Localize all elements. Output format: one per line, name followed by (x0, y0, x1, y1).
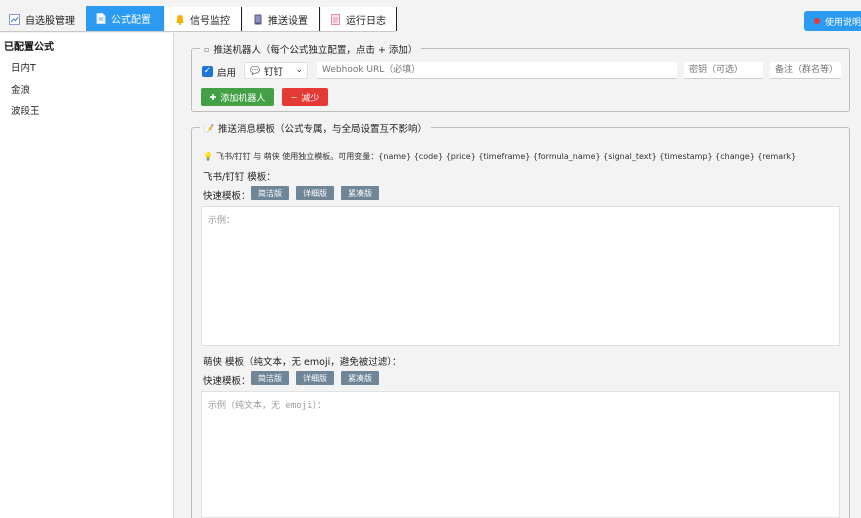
tab-bar: 自选股管理 公式配置 信号监控 推送设置 运行日志 (0, 0, 861, 33)
red-dot-icon (814, 18, 820, 24)
webhook-url-input[interactable] (317, 62, 677, 79)
quick-template-label: 快速模板： (203, 191, 251, 202)
feishu-template-label: 飞书/钉钉 模板： (203, 172, 276, 183)
enable-checkbox[interactable]: ✓ (202, 66, 213, 77)
mengxia-template-textarea[interactable]: 示例（纯文本，无 emoji）： (201, 391, 840, 518)
remark-input[interactable] (770, 62, 841, 79)
memo-icon: 📝 (204, 123, 214, 133)
secret-input[interactable] (684, 62, 763, 79)
template-group-legend: 📝 推送消息模板（公式专属，与全局设置互不影响） (200, 121, 431, 135)
help-button-label: 使用说明 (825, 17, 861, 28)
sidebar-item-formula[interactable]: 金浪 (11, 82, 30, 96)
log-icon (330, 13, 341, 25)
help-button[interactable]: 使用说明 (804, 11, 861, 31)
chat-bubble-icon: 💬 (250, 66, 260, 75)
plus-icon: ✚ (209, 92, 217, 102)
remove-robot-button[interactable]: − 减少 (282, 88, 328, 106)
remove-robot-label: 减少 (301, 93, 320, 104)
add-robot-button[interactable]: ✚ 添加机器人 (201, 88, 274, 106)
document-icon (95, 13, 106, 24)
quick-template-label: 快速模板： (203, 376, 251, 387)
tab-label: 运行日志 (346, 15, 386, 27)
robot-icon: ▫ (204, 44, 210, 54)
quick-template-simple-button[interactable]: 简洁版 (251, 186, 289, 200)
channel-select[interactable]: 💬 钉钉 ⌄ (244, 62, 308, 79)
tab-formula-config[interactable]: 公式配置 (86, 6, 164, 31)
tab-divider (0, 31, 396, 32)
sidebar-item-formula[interactable]: 波段王 (11, 103, 40, 117)
tab-label: 公式配置 (111, 15, 151, 26)
quick-template-simple-button[interactable]: 简洁版 (251, 371, 289, 385)
tab-watchlist[interactable]: 自选股管理 (0, 7, 85, 31)
variables-hint-text: 飞书/钉钉 与 萌侠 使用独立模板。可用变量：{name} {code} {pr… (215, 152, 797, 161)
robot-group-legend: ▫ 推送机器人（每个公式独立配置，点击 + 添加） (200, 42, 422, 56)
phone-icon (252, 14, 263, 25)
quick-template-detailed-button[interactable]: 详细版 (296, 371, 334, 385)
sidebar-item-formula[interactable]: 日内T (11, 60, 36, 74)
chevron-down-icon: ⌄ (295, 65, 303, 75)
quick-template-compact-button[interactable]: 紧凑版 (341, 371, 379, 385)
mengxia-template-placeholder: 示例（纯文本，无 emoji）： (208, 401, 327, 411)
tab-signal-monitor[interactable]: 信号监控 (165, 7, 242, 31)
lightbulb-icon: 💡 (203, 152, 213, 161)
minus-icon: − (290, 92, 298, 102)
chart-icon (9, 13, 20, 25)
feishu-template-textarea[interactable]: 示例： (201, 206, 840, 346)
formula-sidebar: 已配置公式 日内T 金浪 波段王 (0, 33, 174, 518)
bell-icon (174, 14, 185, 25)
variables-hint: 💡 飞书/钉钉 与 萌侠 使用独立模板。可用变量：{name} {code} {p… (203, 151, 796, 162)
feishu-template-placeholder: 示例： (208, 216, 236, 226)
tab-label: 信号监控 (190, 15, 230, 27)
tab-push-settings[interactable]: 推送设置 (243, 7, 320, 31)
enable-label: 启用 (217, 68, 237, 79)
tab-run-log[interactable]: 运行日志 (321, 7, 397, 31)
quick-template-compact-button[interactable]: 紧凑版 (341, 186, 379, 200)
template-group-title: 推送消息模板（公式专属，与全局设置互不影响） (217, 124, 427, 135)
tab-label: 推送设置 (268, 15, 308, 27)
tab-label: 自选股管理 (25, 15, 75, 27)
add-robot-label: 添加机器人 (220, 93, 266, 104)
robot-group-title: 推送机器人（每个公式独立配置，点击 + 添加） (213, 45, 418, 56)
quick-template-detailed-button[interactable]: 详细版 (296, 186, 334, 200)
sidebar-title: 已配置公式 (4, 42, 54, 53)
channel-select-value: 钉钉 (263, 66, 283, 78)
mengxia-template-label: 萌侠 模板（纯文本，无 emoji，避免被过滤）： (203, 357, 402, 368)
